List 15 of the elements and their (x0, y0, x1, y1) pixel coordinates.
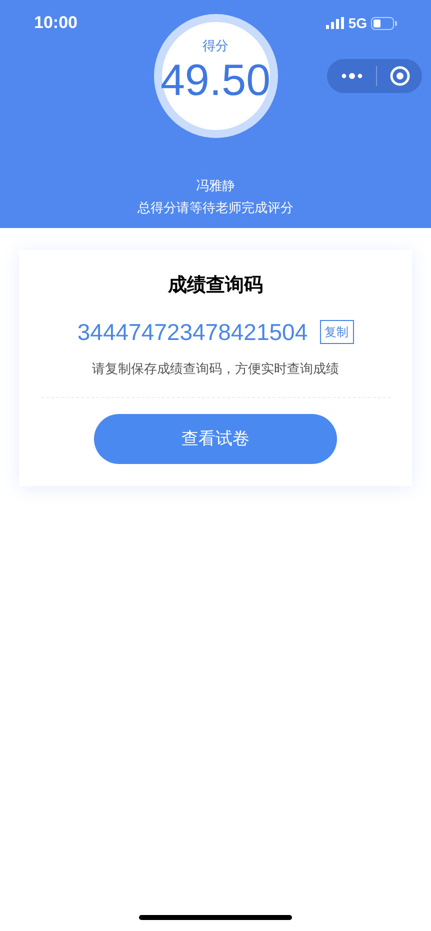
status-time: 10:00 (34, 12, 78, 34)
hint-text: 请复制保存成绩查询码，方便实时查询成绩 (92, 360, 339, 378)
close-icon[interactable] (390, 66, 410, 86)
query-code: 344474723478421504 (77, 318, 308, 346)
student-name: 冯雅静 (196, 177, 235, 195)
network-label: 5G (348, 14, 367, 32)
battery-icon (371, 16, 397, 30)
signal-icon (326, 17, 344, 29)
card-title: 成绩查询码 (168, 274, 263, 298)
score-value: 49.50 (160, 56, 271, 106)
more-icon[interactable] (341, 72, 363, 80)
score-label: 得分 (202, 37, 228, 55)
view-paper-button[interactable]: 查看试卷 (94, 414, 337, 464)
score-note: 总得分请等待老师完成评分 (138, 198, 294, 216)
copy-button[interactable]: 复制 (320, 320, 354, 344)
